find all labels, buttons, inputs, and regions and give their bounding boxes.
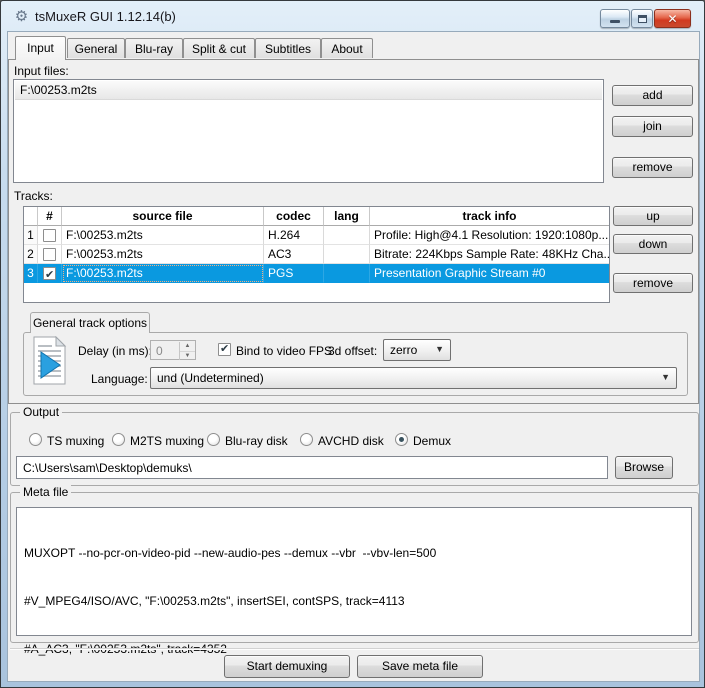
- spin-up-icon[interactable]: ▲: [180, 342, 195, 351]
- radio-m2ts-muxing-label[interactable]: M2TS muxing: [130, 434, 204, 448]
- delay-value: 0: [156, 344, 163, 358]
- tab-input[interactable]: Input: [15, 36, 66, 60]
- client-area: Input General Blu-ray Split & cut Subtit…: [7, 31, 700, 682]
- language-label: Language:: [91, 372, 148, 386]
- maximize-icon: [638, 15, 647, 23]
- join-button[interactable]: join: [612, 116, 693, 137]
- track-down-button[interactable]: down: [613, 234, 693, 254]
- tab-about[interactable]: About: [321, 38, 373, 58]
- header-check: #: [38, 207, 62, 226]
- cell-lang[interactable]: [324, 245, 370, 264]
- delay-spinner[interactable]: 0 ▲ ▼: [150, 340, 196, 360]
- spinner-buttons[interactable]: ▲ ▼: [179, 342, 194, 360]
- header-source-file[interactable]: source file: [62, 207, 264, 226]
- radio-m2ts-muxing[interactable]: [112, 433, 125, 446]
- remove-file-button[interactable]: remove: [612, 157, 693, 178]
- header-lang[interactable]: lang: [324, 207, 370, 226]
- header-codec[interactable]: codec: [264, 207, 324, 226]
- close-button[interactable]: ✕: [654, 9, 691, 28]
- cell-lang[interactable]: [324, 226, 370, 245]
- cell-source[interactable]: F:\00253.m2ts: [62, 226, 264, 245]
- row-number: 1: [24, 226, 38, 245]
- row-number: 2: [24, 245, 38, 264]
- output-path-input[interactable]: [16, 456, 608, 479]
- tab-general[interactable]: General: [67, 38, 125, 58]
- tab-blu-ray[interactable]: Blu-ray: [125, 38, 183, 58]
- bottom-separator: [10, 648, 699, 650]
- input-tab-page: Input files: F:\00253.m2ts add join remo…: [8, 59, 699, 404]
- bind-fps-label[interactable]: Bind to video FPS: [236, 344, 332, 358]
- save-meta-file-button[interactable]: Save meta file: [357, 655, 483, 678]
- radio-avchd-disk-label[interactable]: AVCHD disk: [318, 434, 384, 448]
- radio-ts-muxing-label[interactable]: TS muxing: [47, 434, 104, 448]
- radio-demux[interactable]: [395, 433, 408, 446]
- cell-source[interactable]: F:\00253.m2ts: [62, 245, 264, 264]
- input-files-label: Input files:: [14, 64, 69, 78]
- tracks-table[interactable]: # source file codec lang track info 1 F:…: [23, 206, 610, 303]
- cell-codec[interactable]: AC3: [264, 245, 324, 264]
- meta-line: #V_MPEG4/ISO/AVC, "F:\00253.m2ts", inser…: [24, 593, 684, 609]
- maximize-button[interactable]: [631, 9, 653, 28]
- tracks-label: Tracks:: [14, 189, 53, 203]
- cell-source[interactable]: F:\00253.m2ts: [62, 264, 264, 283]
- close-icon: ✕: [667, 12, 677, 26]
- radio-demux-label[interactable]: Demux: [413, 434, 451, 448]
- input-files-list[interactable]: F:\00253.m2ts: [13, 79, 604, 183]
- delay-label: Delay (in ms):: [78, 344, 152, 358]
- minimize-button[interactable]: [600, 9, 630, 28]
- title-bar[interactable]: ⚙ tsMuxeR GUI 1.12.14(b) ✕: [2, 2, 703, 31]
- offset-label: 3d offset:: [328, 344, 377, 358]
- track-checkbox[interactable]: [43, 248, 56, 261]
- add-button[interactable]: add: [612, 85, 693, 106]
- meta-file-label: Meta file: [20, 485, 71, 499]
- app-gear-icon: ⚙: [13, 8, 30, 25]
- track-row-1[interactable]: 1 F:\00253.m2ts H.264 Profile: High@4.1 …: [24, 226, 609, 245]
- chevron-down-icon: ▼: [435, 344, 444, 354]
- cell-codec[interactable]: PGS: [264, 264, 324, 283]
- radio-ts-muxing[interactable]: [29, 433, 42, 446]
- track-row-3-selected[interactable]: 3 F:\00253.m2ts PGS Presentation Graphic…: [24, 264, 609, 283]
- track-doc-play-icon: [32, 336, 68, 386]
- row-number: 3: [24, 264, 38, 283]
- track-checkbox[interactable]: [43, 229, 56, 242]
- tab-split-cut[interactable]: Split & cut: [183, 38, 255, 58]
- language-dropdown[interactable]: und (Undetermined) ▼: [150, 367, 677, 389]
- cell-codec[interactable]: H.264: [264, 226, 324, 245]
- offset-dropdown[interactable]: zerro ▼: [383, 339, 451, 361]
- track-checkbox[interactable]: [43, 267, 56, 280]
- window-title: tsMuxeR GUI 1.12.14(b): [35, 9, 176, 24]
- track-row-2[interactable]: 2 F:\00253.m2ts AC3 Bitrate: 224Kbps Sam…: [24, 245, 609, 264]
- track-up-button[interactable]: up: [613, 206, 693, 226]
- radio-blu-ray-disk-label[interactable]: Blu-ray disk: [225, 434, 288, 448]
- radio-avchd-disk[interactable]: [300, 433, 313, 446]
- cell-track-info[interactable]: Profile: High@4.1 Resolution: 1920:1080p…: [370, 226, 609, 245]
- header-track-info[interactable]: track info: [370, 207, 609, 226]
- minimize-icon: [610, 20, 620, 23]
- track-remove-button[interactable]: remove: [613, 273, 693, 293]
- cell-track-info[interactable]: Presentation Graphic Stream #0: [370, 264, 609, 283]
- cell-lang[interactable]: [324, 264, 370, 283]
- header-rownum: [24, 207, 38, 226]
- app-window: ⚙ tsMuxeR GUI 1.12.14(b) ✕ Input General…: [0, 0, 705, 688]
- meta-file-editor[interactable]: MUXOPT --no-pcr-on-video-pid --new-audio…: [16, 507, 692, 636]
- output-group-label: Output: [20, 405, 62, 419]
- start-demuxing-button[interactable]: Start demuxing: [224, 655, 350, 678]
- cell-track-info[interactable]: Bitrate: 224Kbps Sample Rate: 48KHz Cha.…: [370, 245, 609, 264]
- radio-blu-ray-disk[interactable]: [207, 433, 220, 446]
- bind-fps-checkbox[interactable]: [218, 343, 231, 356]
- spin-down-icon[interactable]: ▼: [180, 351, 195, 360]
- chevron-down-icon: ▼: [661, 372, 670, 382]
- input-file-item[interactable]: F:\00253.m2ts: [15, 81, 602, 100]
- meta-line: MUXOPT --no-pcr-on-video-pid --new-audio…: [24, 545, 684, 561]
- offset-value: zerro: [390, 343, 417, 357]
- tracks-header-row: # source file codec lang track info: [24, 207, 609, 226]
- language-value: und (Undetermined): [157, 371, 264, 385]
- tab-general-track-options[interactable]: General track options: [30, 312, 150, 333]
- tab-subtitles[interactable]: Subtitles: [255, 38, 321, 58]
- browse-button[interactable]: Browse: [615, 456, 673, 479]
